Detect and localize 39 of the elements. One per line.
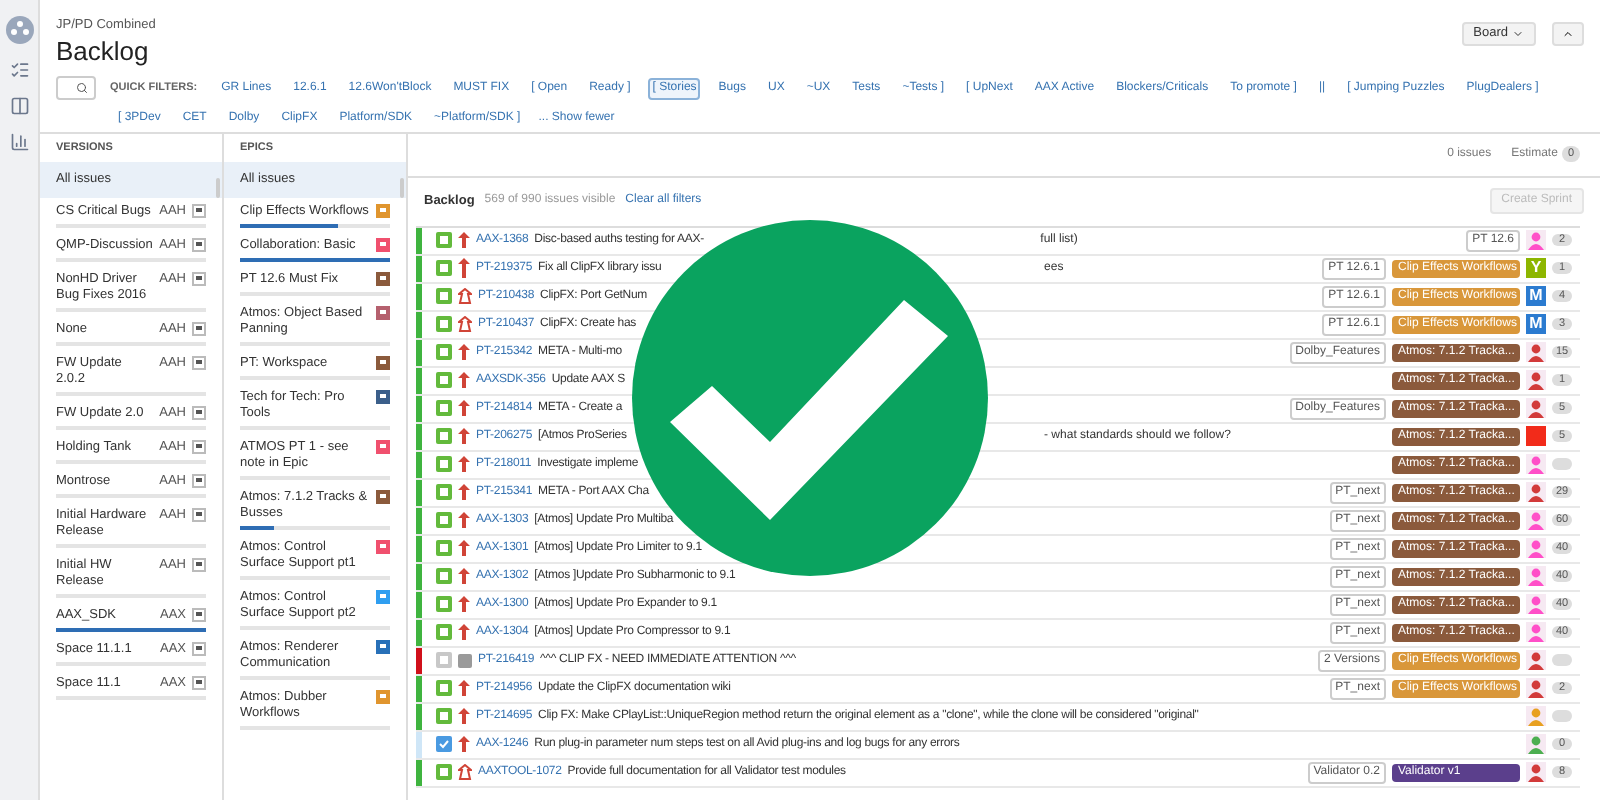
backlog-icon[interactable] — [9, 60, 29, 80]
page-title: Backlog — [56, 35, 151, 68]
epic-color-dropdown[interactable] — [376, 237, 390, 252]
avatar: M — [1526, 286, 1546, 307]
chevron-up-icon — [1562, 28, 1574, 40]
search-field[interactable] — [56, 76, 96, 101]
dropdown-icon[interactable] — [192, 641, 206, 656]
epic-color-dropdown[interactable] — [376, 305, 390, 320]
dropdown-icon[interactable] — [192, 439, 206, 454]
estimate-badge — [1552, 710, 1572, 723]
dropdown-icon[interactable] — [192, 557, 206, 572]
epic-color-dropdown[interactable] — [376, 689, 390, 704]
search-icon — [76, 82, 88, 95]
avatar: M — [1526, 314, 1546, 335]
epic-color-dropdown[interactable] — [376, 203, 390, 218]
dropdown-icon[interactable] — [192, 405, 206, 420]
epic-color-dropdown[interactable] — [376, 589, 390, 604]
epic-color-dropdown[interactable] — [376, 539, 390, 554]
epic-color-dropdown[interactable] — [376, 355, 390, 370]
caret-icon — [1512, 28, 1524, 40]
dropdown-icon[interactable] — [192, 473, 206, 488]
epic-color-dropdown[interactable] — [376, 271, 390, 286]
dropdown-icon[interactable] — [192, 271, 206, 286]
reports-icon[interactable] — [9, 132, 29, 152]
dropdown-icon[interactable] — [192, 507, 206, 522]
epic-color-dropdown[interactable] — [376, 389, 390, 404]
estimate-badge — [1552, 458, 1572, 471]
epic-color-dropdown[interactable] — [376, 639, 390, 654]
dropdown-icon[interactable] — [192, 607, 206, 622]
dropdown-icon[interactable] — [192, 321, 206, 336]
dropdown-icon[interactable] — [192, 355, 206, 370]
dropdown-icon[interactable] — [192, 203, 206, 218]
epic-color-dropdown[interactable] — [376, 489, 390, 504]
board-icon[interactable] — [9, 96, 29, 116]
avatar: Y — [1526, 258, 1546, 279]
epic-color-dropdown[interactable] — [376, 439, 390, 454]
dropdown-icon[interactable] — [192, 675, 206, 690]
estimate-badge — [1552, 654, 1572, 667]
dropdown-icon[interactable] — [192, 237, 206, 252]
